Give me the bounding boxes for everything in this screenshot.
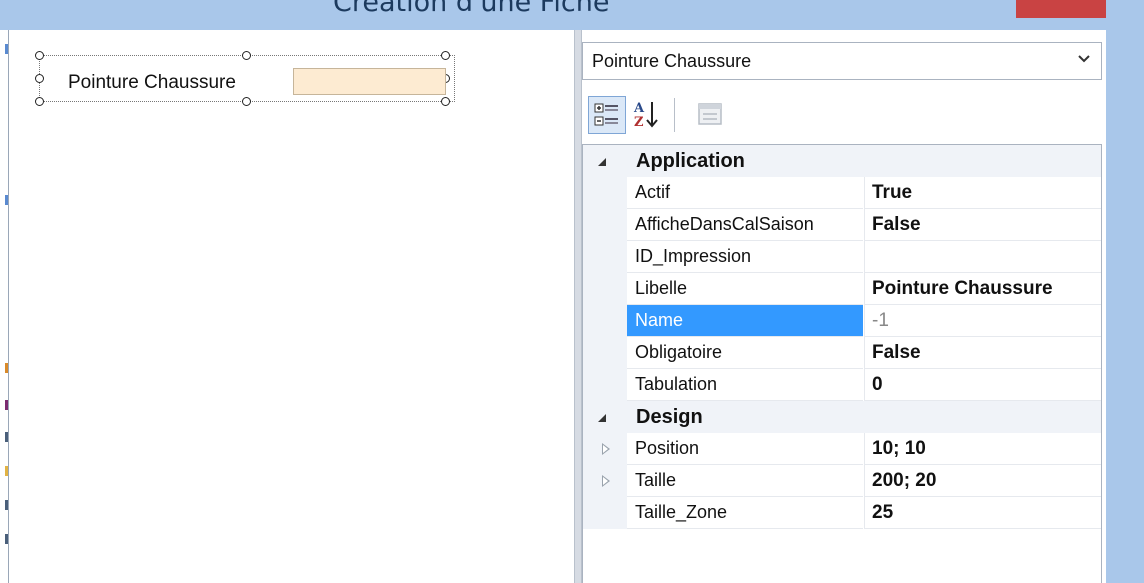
property-row[interactable]: Tabulation 0 xyxy=(583,369,1101,401)
property-name: Libelle xyxy=(627,273,863,305)
svg-text:A: A xyxy=(633,101,645,116)
frame-marker xyxy=(5,500,8,510)
property-row[interactable]: Taille 200; 20 xyxy=(583,465,1101,497)
property-pages-icon xyxy=(698,103,722,125)
property-name: Obligatoire xyxy=(627,337,863,369)
property-name: Actif xyxy=(627,177,863,209)
category-label: Design xyxy=(636,406,703,428)
property-panel: Pointure Chaussure A Z Application Actif… xyxy=(582,30,1106,583)
row-gutter xyxy=(583,305,627,337)
resize-handle-top[interactable] xyxy=(242,51,251,60)
property-name: ID_Impression xyxy=(627,241,863,273)
property-name: Taille_Zone xyxy=(627,497,863,529)
row-gutter xyxy=(583,465,627,497)
resize-handle-bottom-left[interactable] xyxy=(35,97,44,106)
category-label: Application xyxy=(636,150,745,172)
row-gutter xyxy=(583,401,627,433)
toolbar-separator xyxy=(674,98,675,132)
property-value[interactable]: Pointure Chaussure xyxy=(864,273,1101,305)
property-pages-button[interactable] xyxy=(692,96,730,134)
close-button[interactable] xyxy=(1016,0,1106,18)
selected-object-name: Pointure Chaussure xyxy=(592,51,752,71)
designer-surface[interactable]: Pointure Chaussure xyxy=(9,30,574,583)
category-row-application[interactable]: Application xyxy=(583,145,1101,177)
frame-marker xyxy=(5,534,8,544)
property-name: AfficheDansCalSaison xyxy=(627,209,863,241)
property-value[interactable]: True xyxy=(864,177,1101,209)
property-row-selected[interactable]: Name -1 xyxy=(583,305,1101,337)
property-row[interactable]: Libelle Pointure Chaussure xyxy=(583,273,1101,305)
property-value[interactable]: 200; 20 xyxy=(864,465,1101,497)
collapse-triangle-icon[interactable] xyxy=(597,413,607,423)
window-frame-left xyxy=(0,30,9,583)
category-row-design[interactable]: Design xyxy=(583,401,1101,433)
property-name: Name xyxy=(627,305,863,337)
collapse-triangle-icon[interactable] xyxy=(597,157,607,167)
window-title: Création d'une Fiche xyxy=(333,0,610,18)
expand-triangle-icon[interactable] xyxy=(602,443,610,455)
frame-marker xyxy=(5,466,8,476)
svg-text:Z: Z xyxy=(634,115,644,130)
property-row[interactable]: Actif True xyxy=(583,177,1101,209)
property-name: Taille xyxy=(627,465,863,497)
property-row[interactable]: ID_Impression xyxy=(583,241,1101,273)
resize-handle-top-right[interactable] xyxy=(441,51,450,60)
resize-handle-top-left[interactable] xyxy=(35,51,44,60)
property-name: Position xyxy=(627,433,863,465)
field-input[interactable] xyxy=(293,68,446,95)
window-frame-right xyxy=(1106,0,1144,583)
row-gutter xyxy=(583,497,627,529)
alphabetical-sort-button[interactable]: A Z xyxy=(628,96,666,134)
property-value[interactable]: False xyxy=(864,337,1101,369)
property-row[interactable]: Taille_Zone 25 xyxy=(583,497,1101,529)
resize-handle-bottom[interactable] xyxy=(242,97,251,106)
property-name: Tabulation xyxy=(627,369,863,401)
chevron-down-icon xyxy=(1078,55,1090,63)
property-row[interactable]: AfficheDansCalSaison False xyxy=(583,209,1101,241)
row-gutter xyxy=(583,145,627,177)
property-value[interactable] xyxy=(864,241,1101,273)
frame-marker xyxy=(5,195,8,205)
property-row[interactable]: Position 10; 10 xyxy=(583,433,1101,465)
expand-triangle-icon[interactable] xyxy=(602,475,610,487)
row-gutter xyxy=(583,337,627,369)
object-selector-dropdown[interactable]: Pointure Chaussure xyxy=(582,42,1102,80)
property-value[interactable]: 0 xyxy=(864,369,1101,401)
property-grid: Application Actif True AfficheDansCalSai… xyxy=(582,144,1102,583)
field-label: Pointure Chaussure xyxy=(68,72,236,93)
row-gutter xyxy=(583,369,627,401)
property-value[interactable]: False xyxy=(864,209,1101,241)
row-gutter xyxy=(583,433,627,465)
panel-splitter[interactable] xyxy=(574,30,582,583)
categorized-view-icon xyxy=(594,103,618,126)
property-row[interactable]: Obligatoire False xyxy=(583,337,1101,369)
property-toolbar: A Z xyxy=(582,88,1102,142)
title-bar[interactable]: Création d'une Fiche xyxy=(0,0,1144,30)
row-gutter xyxy=(583,209,627,241)
property-value[interactable]: 10; 10 xyxy=(864,433,1101,465)
frame-marker xyxy=(5,432,8,442)
resize-handle-bottom-right[interactable] xyxy=(441,97,450,106)
property-value[interactable]: 25 xyxy=(864,497,1101,529)
row-gutter xyxy=(583,273,627,305)
categorized-view-button[interactable] xyxy=(588,96,626,134)
sort-az-icon: A Z xyxy=(633,101,658,130)
row-gutter xyxy=(583,241,627,273)
frame-marker xyxy=(5,363,8,373)
property-value[interactable]: -1 xyxy=(864,305,1101,337)
frame-marker xyxy=(5,400,8,410)
frame-marker xyxy=(5,44,8,54)
resize-handle-left[interactable] xyxy=(35,74,44,83)
row-gutter xyxy=(583,177,627,209)
